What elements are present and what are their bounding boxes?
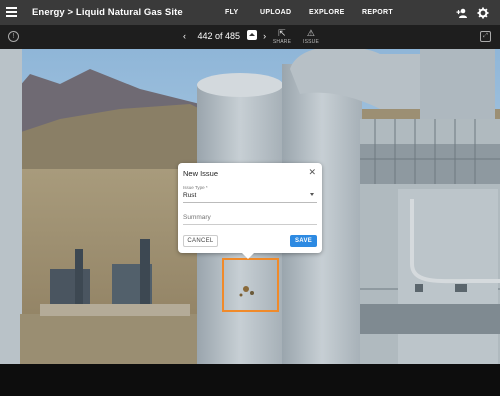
issue-label: ISSUE [302, 39, 319, 45]
top-nav-bar: Energy > Liquid Natural Gas Site FLY UPL… [0, 0, 500, 25]
issue-type-select[interactable]: Rust [183, 192, 196, 199]
issue-type-label: Issue Type * [183, 185, 208, 190]
share-icon: ⇱ [278, 28, 286, 38]
divider [183, 202, 317, 203]
close-icon[interactable]: ✕ [308, 168, 316, 177]
image-pager: ‹ 442 of 485 › [183, 30, 271, 41]
nav-fly[interactable]: FLY [225, 9, 238, 16]
nav-upload[interactable]: UPLOAD [260, 9, 291, 16]
save-button[interactable]: SAVE [290, 235, 317, 247]
chevron-down-icon[interactable] [310, 193, 314, 196]
image-toolbar: ! ‹ 442 of 485 › ⇱ SHARE ⚠ ISSUE ⤢ [0, 25, 500, 49]
warning-icon: ⚠ [306, 28, 316, 38]
breadcrumb[interactable]: Energy > Liquid Natural Gas Site [32, 7, 183, 18]
add-user-icon[interactable] [456, 7, 468, 19]
dialog-title: New Issue [183, 169, 219, 178]
gear-icon[interactable] [477, 7, 489, 19]
fullscreen-icon[interactable]: ⤢ [480, 31, 491, 42]
menu-icon[interactable] [6, 7, 17, 17]
summary-input[interactable] [183, 214, 317, 225]
collapse-icon[interactable] [246, 30, 257, 40]
nav-report[interactable]: REPORT [362, 9, 393, 16]
cancel-button[interactable]: CANCEL [183, 235, 218, 247]
issue-button[interactable]: ⚠ ISSUE [298, 28, 324, 45]
issue-marker[interactable] [222, 258, 279, 312]
nav-explore[interactable]: EXPLORE [309, 9, 345, 16]
image-counter: 442 of 485 [197, 31, 241, 41]
new-issue-dialog: New Issue ✕ Issue Type * Rust CANCEL SAV… [178, 163, 322, 259]
info-icon[interactable]: ! [8, 31, 19, 42]
share-button[interactable]: ⇱ SHARE [269, 28, 295, 45]
bottom-bar [0, 364, 500, 396]
share-label: SHARE [272, 39, 292, 45]
prev-image-button[interactable]: ‹ [183, 31, 191, 41]
